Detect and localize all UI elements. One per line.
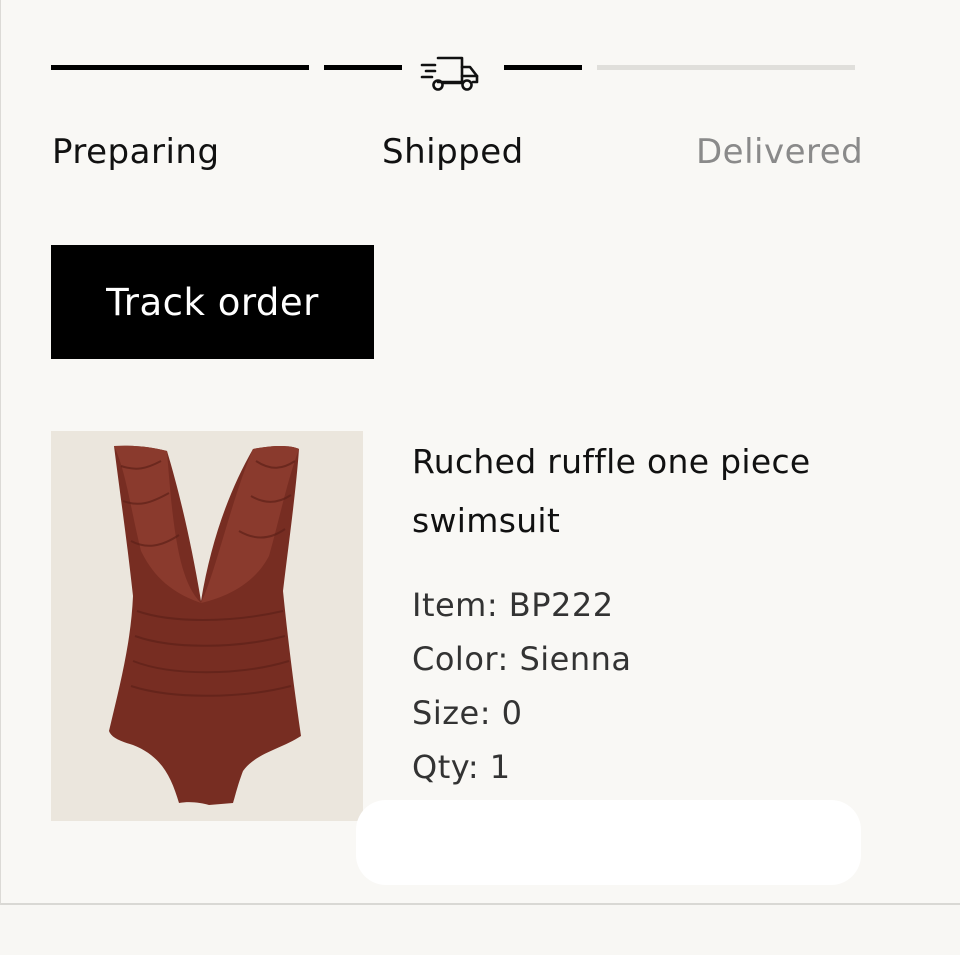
track-order-button[interactable]: Track order <box>51 245 374 359</box>
product-color: Color: Sienna <box>412 640 632 678</box>
progress-segment-shipped-left <box>324 65 402 70</box>
progress-segment-preparing <box>51 65 309 70</box>
product-item-number: Item: BP222 <box>412 586 614 624</box>
redacted-area <box>356 800 861 885</box>
swimsuit-image <box>109 445 301 805</box>
step-label-delivered: Delivered <box>696 132 864 172</box>
product-title[interactable]: Ruched ruffle one piece swimsuit <box>412 432 882 550</box>
product-size: Size: 0 <box>412 694 523 732</box>
truck-icon <box>420 56 479 91</box>
product-quantity: Qty: 1 <box>412 748 511 786</box>
step-label-shipped: Shipped <box>382 132 524 172</box>
order-status-card: Preparing Shipped Delivered Track order … <box>0 0 960 905</box>
product-image[interactable] <box>51 431 363 821</box>
progress-segment-shipped-right <box>504 65 582 70</box>
step-label-preparing: Preparing <box>52 132 220 172</box>
progress-segment-delivered <box>597 65 855 70</box>
